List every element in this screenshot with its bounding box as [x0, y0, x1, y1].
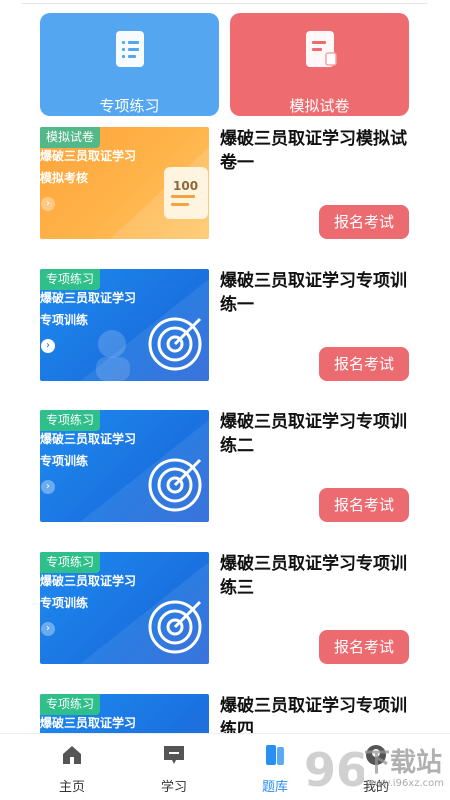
item-thumbnail: 专项练习 爆破三员取证学习 专项训练 › — [40, 410, 209, 522]
home-icon — [63, 746, 81, 764]
arrow-right-icon: › — [41, 339, 55, 353]
list-item[interactable]: 专项练习 爆破三员取证学习 专项训练 › 爆破三员取证学习专项训练三 报名考试 — [0, 552, 450, 693]
score-badge: 100 — [173, 179, 199, 193]
signup-exam-button[interactable]: 报名考试 — [319, 488, 409, 522]
item-tag: 模拟试卷 — [40, 127, 101, 148]
item-title: 爆破三员取证学习专项训练三 — [220, 554, 407, 598]
list-item[interactable]: 模拟试卷 爆破三员取证学习 模拟考核 › 100 爆破三员取证学习模拟试卷一 报… — [0, 127, 450, 268]
item-tag: 专项练习 — [40, 552, 101, 573]
thumb-line2: 专项训练 — [40, 454, 89, 468]
signup-exam-button[interactable]: 报名考试 — [319, 630, 409, 664]
exam-list: 模拟试卷 爆破三员取证学习 模拟考核 › 100 爆破三员取证学习模拟试卷一 报… — [0, 127, 450, 733]
special-practice-button[interactable]: 专项练习 — [40, 13, 219, 116]
thumb-line2: 模拟考核 — [40, 171, 89, 185]
item-title: 爆破三员取证学习专项训练四 — [220, 696, 407, 733]
tab-label: 主页 — [58, 780, 85, 795]
item-title: 爆破三员取证学习专项训练二 — [220, 412, 407, 456]
chat-study-icon — [164, 746, 184, 764]
list-item[interactable]: 专项练习 爆破三员取证学习 专项训练 › 爆破三员取证学习专项训练一 报名考试 — [0, 269, 450, 410]
thumb-line1: 爆破三员取证学习 — [40, 149, 137, 163]
top-divider — [22, 3, 428, 4]
item-thumbnail: 专项练习 爆破三员取证学习 专项训练 › — [40, 552, 209, 664]
site-watermark: 96 下载站 www.i96xz.com — [300, 736, 450, 800]
watermark-text: 下载站 — [364, 748, 443, 778]
item-tag: 专项练习 — [40, 269, 101, 290]
item-title: 爆破三员取证学习专项训练一 — [220, 271, 407, 315]
mock-exam-label: 模拟试卷 — [289, 97, 350, 115]
special-practice-label: 专项练习 — [99, 97, 160, 115]
item-thumbnail: 专项练习 爆破三员取证学习 专项训练 › — [40, 269, 209, 381]
list-doc-icon — [115, 31, 144, 67]
item-tag: 专项练习 — [40, 410, 101, 431]
item-title: 爆破三员取证学习模拟试卷一 — [220, 129, 407, 173]
item-tag: 专项练习 — [40, 694, 101, 715]
tab-home[interactable]: 主页 — [22, 734, 122, 800]
watermark-url: www.i96xz.com — [366, 778, 445, 789]
thumb-line1: 爆破三员取证学习 — [40, 716, 137, 730]
list-item[interactable]: 专项练习 爆破三员取证学习 爆破三员取证学习专项训练四 — [0, 694, 450, 733]
arrow-right-icon: › — [41, 197, 55, 211]
book-icon — [266, 745, 284, 765]
item-thumbnail: 专项练习 爆破三员取证学习 — [40, 694, 209, 733]
arrow-right-icon: › — [41, 622, 55, 636]
item-thumbnail: 模拟试卷 爆破三员取证学习 模拟考核 › 100 — [40, 127, 209, 239]
signup-exam-button[interactable]: 报名考试 — [319, 205, 409, 239]
svg-text:96: 96 — [304, 743, 364, 797]
thumb-line1: 爆破三员取证学习 — [40, 574, 137, 588]
mock-exam-button[interactable]: 模拟试卷 — [230, 13, 409, 116]
thumb-line1: 爆破三员取证学习 — [40, 432, 137, 446]
thumb-line2: 专项训练 — [40, 313, 89, 327]
arrow-right-icon: › — [41, 480, 55, 494]
thumb-line2: 专项训练 — [40, 596, 89, 610]
exam-doc-icon — [305, 31, 337, 67]
tab-label: 学习 — [160, 780, 187, 795]
watermark-logo-icon: 96 — [304, 743, 364, 797]
list-item[interactable]: 专项练习 爆破三员取证学习 专项训练 › 爆破三员取证学习专项训练二 报名考试 — [0, 410, 450, 551]
signup-exam-button[interactable]: 报名考试 — [319, 347, 409, 381]
tab-study[interactable]: 学习 — [124, 734, 224, 800]
thumb-line1: 爆破三员取证学习 — [40, 291, 137, 305]
